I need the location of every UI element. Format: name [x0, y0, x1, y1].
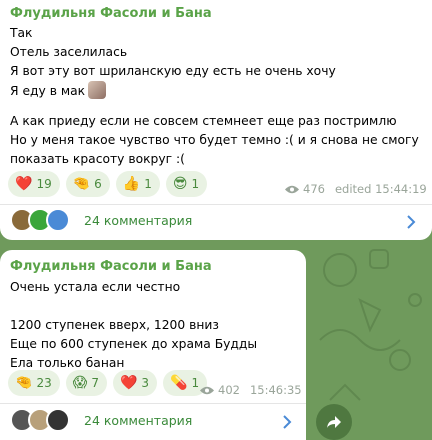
comments-link[interactable]: 24 комментария: [10, 408, 192, 432]
message-author[interactable]: Флудильня Фасоли и Бана: [10, 259, 212, 274]
reaction-count: 7: [91, 376, 99, 390]
share-arrow-icon: [327, 416, 341, 428]
chevron-right-icon[interactable]: [282, 415, 292, 429]
message-bubble-2[interactable]: Флудильня Фасоли и Бана Очень устала есл…: [0, 250, 306, 440]
scream-face-icon: 😱: [72, 375, 88, 391]
comments-count: 24 комментария: [84, 212, 193, 228]
comments-link[interactable]: 24 комментария: [10, 208, 192, 232]
avatar: [46, 208, 70, 232]
message-meta: 402 15:46:35: [200, 383, 302, 397]
reaction-count: 1: [191, 376, 200, 390]
sunglasses-icon: 😎: [172, 176, 188, 192]
pinch-hand-icon: 🤏: [15, 375, 33, 391]
sticker-emoji-icon: [88, 81, 107, 99]
message-time: 15:46:35: [249, 383, 302, 397]
reactions-bar: 🤏 23 😱 7 ❤️ 3 💊 1: [8, 370, 208, 396]
reaction-heart[interactable]: ❤️ 3: [112, 370, 158, 396]
message-text: Так Отель заселилась Я вот эту вот шрила…: [10, 24, 336, 101]
chevron-right-icon[interactable]: [406, 215, 416, 229]
heart-icon: ❤️: [15, 176, 33, 192]
heart-icon: ❤️: [119, 375, 138, 391]
comments-count: 24 комментария: [84, 412, 193, 428]
reaction-cool[interactable]: 😎 1: [165, 171, 208, 197]
message-text-second: А как приеду если не совсем стемнеет еще…: [10, 114, 419, 166]
message-time: edited 15:44:19: [334, 182, 427, 196]
commenter-avatars: [10, 208, 70, 232]
commenter-avatars: [10, 408, 70, 432]
reaction-scream[interactable]: 😱 7: [65, 370, 107, 396]
divider: [0, 403, 306, 404]
reaction-thumbs-up[interactable]: 👍 1: [115, 171, 160, 197]
pill-icon: 💊: [170, 375, 188, 391]
divider: [0, 204, 432, 205]
reaction-count: 1: [191, 177, 200, 191]
reaction-count: 6: [94, 177, 102, 191]
reactions-bar: ❤️ 19 🤏 6 👍 1 😎 1: [8, 171, 208, 197]
reaction-count: 3: [141, 376, 150, 390]
eye-icon: [285, 185, 299, 193]
eye-icon: [200, 386, 214, 394]
pinch-hand-icon: 🤏: [72, 176, 91, 192]
view-count: 402: [218, 383, 240, 397]
message-author[interactable]: Флудильня Фасоли и Бана: [10, 6, 212, 21]
avatar: [46, 408, 70, 432]
share-button[interactable]: [316, 404, 352, 440]
reaction-count: 1: [144, 177, 152, 191]
view-count: 476: [303, 182, 325, 196]
reaction-pinch[interactable]: 🤏 6: [65, 171, 110, 197]
message-text-part: Так Отель заселилась Я вот эту вот шрила…: [10, 26, 336, 98]
reaction-heart[interactable]: ❤️ 19: [8, 171, 60, 197]
reaction-count: 19: [36, 177, 52, 191]
reaction-count: 23: [36, 376, 52, 390]
reaction-pinch[interactable]: 🤏 23: [8, 370, 60, 396]
message-text: Очень устала если честно 1200 ступенек в…: [10, 280, 258, 370]
message-bubble-1[interactable]: Флудильня Фасоли и Бана Так Отель засели…: [0, 0, 432, 240]
message-meta: 476 edited 15:44:19: [285, 182, 427, 196]
thumbs-up-icon: 👍: [122, 176, 141, 192]
